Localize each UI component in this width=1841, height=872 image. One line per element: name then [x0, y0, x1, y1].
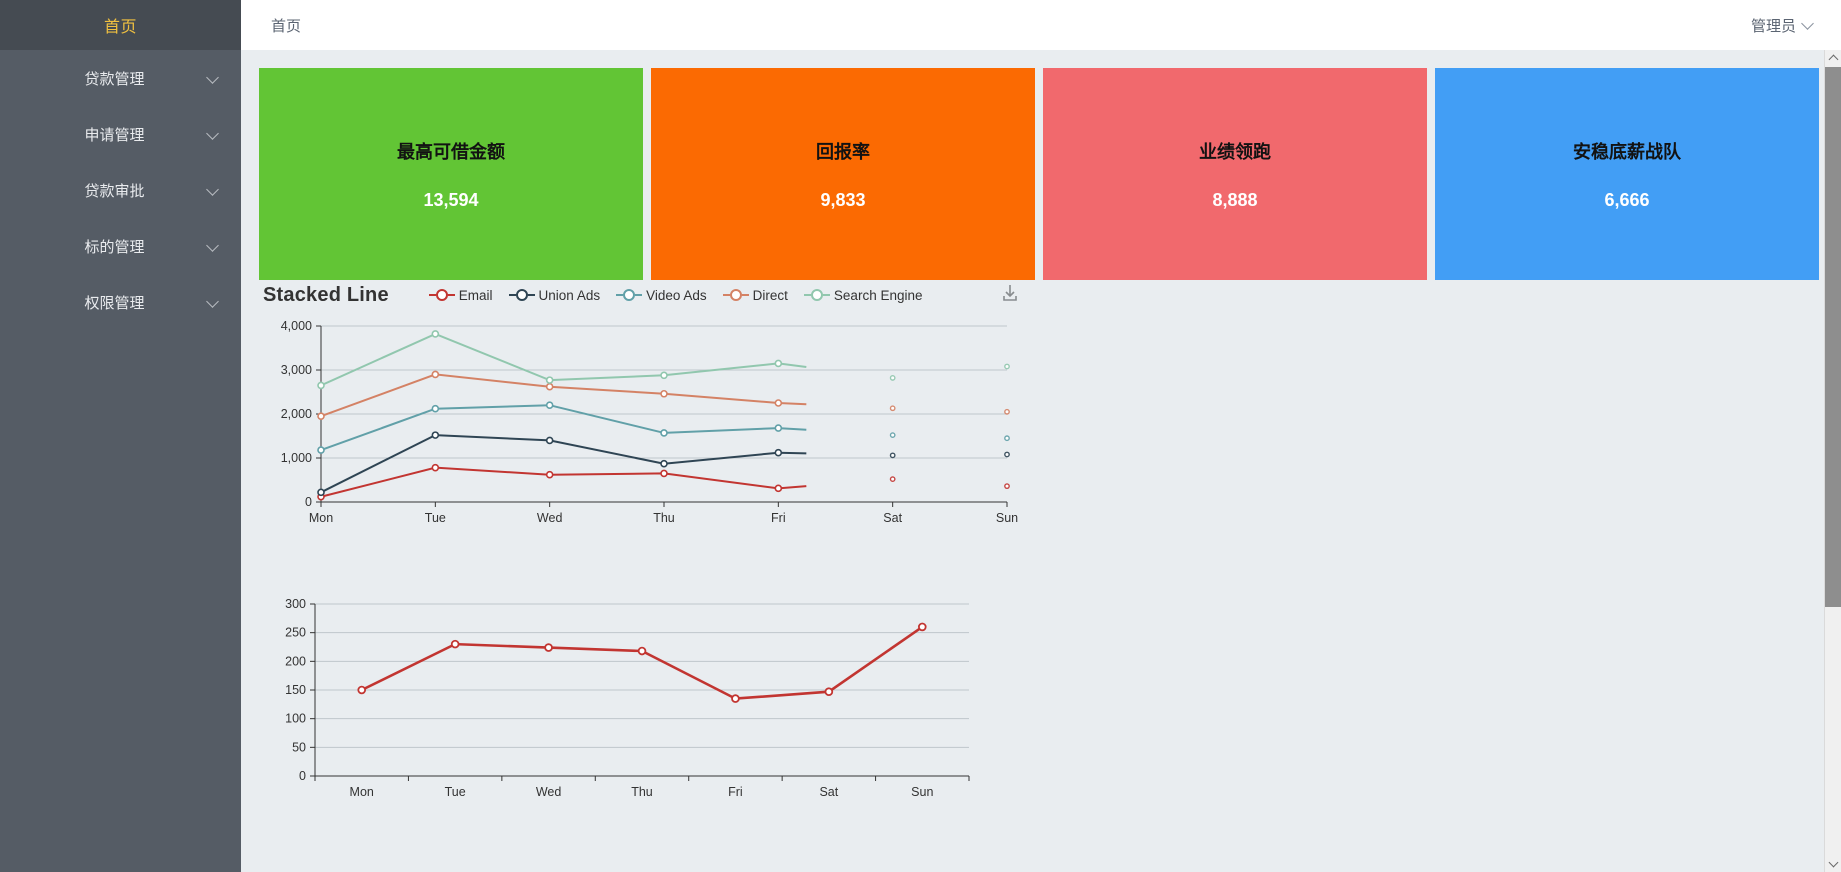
- kpi-card-row: 最高可借金额 13,594 回报率 9,833 业绩领跑 8,888 安稳底薪战…: [259, 68, 1819, 280]
- svg-text:4,000: 4,000: [281, 319, 312, 333]
- svg-text:200: 200: [285, 654, 306, 668]
- legend-marker-icon: [803, 289, 830, 301]
- legend-item-email[interactable]: Email: [428, 287, 493, 303]
- stacked-line-chart: Stacked Line Email Union Ads Video Ads Dire…: [259, 278, 1819, 552]
- vertical-scrollbar[interactable]: [1824, 50, 1841, 872]
- svg-text:Sat: Sat: [819, 785, 838, 799]
- legend-item-label: Union Ads: [538, 287, 601, 303]
- svg-text:Wed: Wed: [536, 785, 562, 799]
- svg-text:Thu: Thu: [631, 785, 653, 799]
- legend-marker-icon: [428, 289, 455, 301]
- chevron-down-icon: [207, 71, 221, 85]
- sidebar-item-loan-approval[interactable]: 贷款审批: [0, 162, 241, 218]
- legend-item-label: Direct: [752, 287, 788, 303]
- sidebar-item-label: 贷款管理: [84, 70, 145, 88]
- chart1-legend: Email Union Ads Video Ads Direct Search Engi…: [428, 287, 923, 303]
- svg-text:Thu: Thu: [653, 511, 675, 525]
- legend-item-search-engine[interactable]: Search Engine: [803, 287, 923, 303]
- svg-text:Mon: Mon: [309, 511, 333, 525]
- kpi-card-value: 13,594: [423, 189, 479, 210]
- kpi-card-value: 6,666: [1604, 189, 1650, 210]
- legend-item-union-ads[interactable]: Union Ads: [508, 287, 601, 303]
- legend-marker-icon: [616, 289, 643, 301]
- sidebar-item-permission-management[interactable]: 权限管理: [0, 274, 241, 330]
- chevron-down-icon: [207, 295, 221, 309]
- svg-text:100: 100: [285, 712, 306, 726]
- kpi-card-return-rate[interactable]: 回报率 9,833: [651, 68, 1035, 280]
- legend-marker-icon: [508, 289, 535, 301]
- sidebar-item-label: 贷款审批: [84, 182, 145, 200]
- content-scroll-area: 最高可借金额 13,594 回报率 9,833 业绩领跑 8,888 安稳底薪战…: [241, 50, 1841, 872]
- svg-text:300: 300: [285, 597, 306, 611]
- legend-item-label: Video Ads: [646, 287, 707, 303]
- chevron-down-icon: [207, 183, 221, 197]
- legend-item-video-ads[interactable]: Video Ads: [616, 288, 707, 303]
- svg-text:Sun: Sun: [911, 785, 933, 799]
- top-bar: 首页 管理员: [241, 0, 1841, 50]
- kpi-card-title: 最高可借金额: [397, 141, 505, 162]
- sidebar-item-home-label: 首页: [103, 19, 137, 36]
- kpi-card-performance-leader[interactable]: 业绩领跑 8,888: [1043, 68, 1427, 280]
- legend-marker-icon: [722, 289, 749, 301]
- sidebar-item-target-management[interactable]: 标的管理: [0, 218, 241, 274]
- kpi-card-value: 8,888: [1212, 189, 1258, 210]
- user-menu-label: 管理员: [1750, 17, 1796, 35]
- chart1-header: Stacked Line Email Union Ads Video Ads Dire…: [259, 278, 1819, 312]
- sidebar-item-application-management[interactable]: 申请管理: [0, 106, 241, 162]
- sidebar-item-home[interactable]: 首页: [0, 0, 241, 50]
- svg-text:Sun: Sun: [996, 511, 1018, 525]
- sidebar: 首页 贷款管理 申请管理 贷款审批 标的管理 权限管理: [0, 0, 241, 872]
- svg-text:250: 250: [285, 626, 306, 640]
- chart1-plot: 0 1,000 2,000 3,000 4,000 Mon Tue Wed Thu Fri Sat S…: [281, 319, 1018, 525]
- kpi-card-stable-base-team[interactable]: 安稳底薪战队 6,666: [1435, 68, 1819, 280]
- svg-text:Mon: Mon: [350, 785, 374, 799]
- user-menu[interactable]: 管理员: [1751, 15, 1815, 36]
- legend-item-direct[interactable]: Direct: [722, 287, 788, 303]
- chevron-down-icon: [1803, 19, 1815, 31]
- svg-text:150: 150: [285, 683, 306, 697]
- svg-text:Tue: Tue: [445, 785, 466, 799]
- legend-item-label: Email: [458, 287, 493, 303]
- svg-text:0: 0: [305, 495, 312, 509]
- sidebar-item-loan-management[interactable]: 贷款管理: [0, 50, 241, 106]
- kpi-card-title: 安稳底薪战队: [1573, 141, 1681, 162]
- svg-text:2,000: 2,000: [281, 407, 312, 421]
- kpi-card-value: 9,833: [820, 189, 866, 210]
- svg-text:1,000: 1,000: [281, 451, 312, 465]
- line-chart-secondary: 0 50 100 150 200 250 300 Mon Tue Wed Thu Fri Sat Sun: [259, 590, 1819, 820]
- kpi-card-title: 回报率: [816, 141, 870, 162]
- chevron-down-icon: [207, 127, 221, 141]
- main-area: 首页 管理员 最高可借金额 13,594 回报率 9,833 业绩领跑 8,88…: [241, 0, 1841, 872]
- svg-text:Fri: Fri: [728, 785, 743, 799]
- svg-text:3,000: 3,000: [281, 363, 312, 377]
- kpi-card-max-loan-amount[interactable]: 最高可借金额 13,594: [259, 68, 643, 280]
- breadcrumb[interactable]: 首页: [271, 15, 301, 36]
- svg-text:Wed: Wed: [537, 511, 563, 525]
- legend-item-label: Search Engine: [833, 287, 923, 303]
- scroll-down-arrow-icon[interactable]: [1825, 855, 1841, 872]
- download-icon[interactable]: [999, 282, 1021, 304]
- svg-text:50: 50: [292, 740, 306, 754]
- kpi-card-title: 业绩领跑: [1199, 141, 1271, 162]
- scrollbar-track[interactable]: [1825, 607, 1841, 855]
- sidebar-item-label: 标的管理: [84, 238, 145, 256]
- sidebar-item-label: 权限管理: [84, 294, 145, 312]
- sidebar-item-label: 申请管理: [84, 126, 145, 144]
- svg-text:Sat: Sat: [883, 511, 902, 525]
- svg-text:Fri: Fri: [771, 511, 786, 525]
- svg-text:0: 0: [299, 769, 306, 783]
- svg-text:Tue: Tue: [425, 511, 446, 525]
- scrollbar-thumb[interactable]: [1825, 67, 1841, 607]
- chevron-down-icon: [207, 239, 221, 253]
- app-root: 首页 贷款管理 申请管理 贷款审批 标的管理 权限管理 首页 管理员 最高可借金…: [0, 0, 1841, 872]
- chart2-plot: 0 50 100 150 200 250 300 Mon Tue Wed Thu Fri Sat Sun: [285, 597, 970, 799]
- chart1-title: Stacked Line: [263, 283, 389, 306]
- scroll-up-arrow-icon[interactable]: [1825, 50, 1841, 67]
